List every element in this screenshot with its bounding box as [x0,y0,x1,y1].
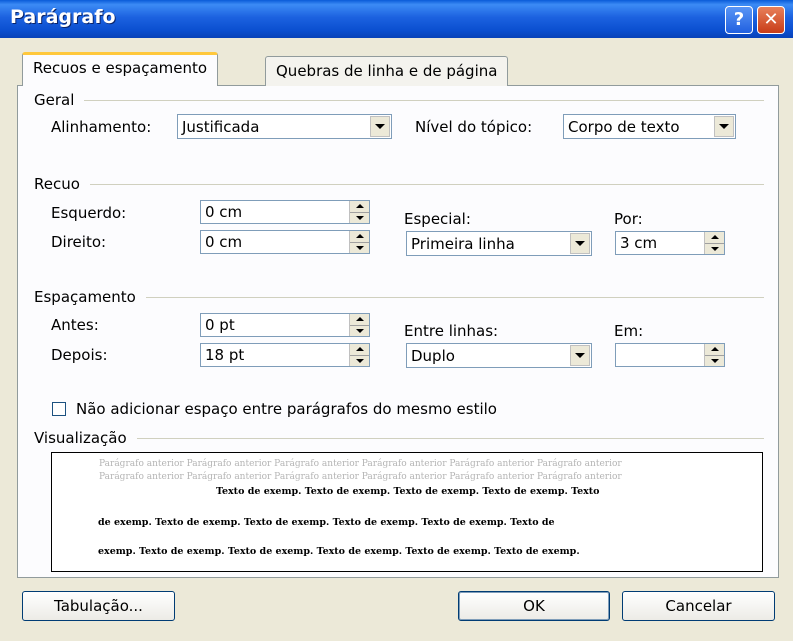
preview-sample-line: de exemp. Texto de exemp. Texto de exemp… [98,517,555,528]
chevron-down-icon[interactable] [714,116,734,137]
especial-dropdown[interactable]: Primeira linha [406,231,592,256]
spin-down-icon[interactable] [705,244,724,255]
section-espacamento: Espaçamento [34,288,764,306]
por-label: Por: [614,210,643,228]
em-value[interactable] [616,344,704,366]
spin-down-icon[interactable] [350,326,369,337]
paragraph-dialog: Parágrafo ? ✕ Recuos e espaçamento Quebr… [0,0,793,641]
ok-button[interactable]: OK [458,591,610,621]
spin-up-icon[interactable] [350,201,369,213]
section-recuo: Recuo [34,175,764,193]
depois-spinner[interactable]: 18 pt [200,343,370,367]
mesmo-estilo-checkbox[interactable] [52,402,66,416]
depois-value[interactable]: 18 pt [201,344,349,366]
chevron-down-icon[interactable] [570,233,590,254]
entre-linhas-dropdown[interactable]: Duplo [406,343,592,368]
especial-label: Especial: [404,210,471,228]
spin-up-icon[interactable] [350,314,369,326]
spin-up-icon[interactable] [705,232,724,244]
section-recuo-title: Recuo [34,175,80,193]
section-geral: Geral [34,91,764,109]
dialog-title: Parágrafo [10,6,116,28]
direito-spinner[interactable]: 0 cm [200,230,370,254]
chevron-down-icon[interactable] [370,116,390,137]
spin-down-icon[interactable] [350,243,369,254]
section-visualizacao-title: Visualização [34,429,127,447]
por-value[interactable]: 3 cm [616,232,704,254]
entre-linhas-label: Entre linhas: [404,322,499,340]
section-espacamento-title: Espaçamento [34,288,136,306]
chevron-down-icon[interactable] [570,345,590,366]
nivel-topico-dropdown[interactable]: Corpo de texto [563,114,736,139]
em-label: Em: [614,322,644,340]
direito-value[interactable]: 0 cm [201,231,349,253]
close-button[interactable]: ✕ [757,6,785,34]
preview-sample-line: Texto de exemp. Texto de exemp. Texto de… [216,486,600,497]
spin-up-icon[interactable] [350,344,369,356]
entre-linhas-value: Duplo [411,346,455,365]
help-button[interactable]: ? [725,6,753,34]
mesmo-estilo-label[interactable]: Não adicionar espaço entre parágrafos do… [76,400,497,418]
preview-sample-line: exemp. Texto de exemp. Texto de exemp. T… [98,546,580,557]
esquerdo-value[interactable]: 0 cm [201,201,349,223]
preview-box: Parágrafo anterior Parágrafo anterior Pa… [51,452,763,572]
preview-previous-line: Parágrafo anterior Parágrafo anterior Pa… [99,472,622,482]
alinhamento-dropdown[interactable]: Justificada [177,114,392,139]
spin-down-icon[interactable] [350,213,369,224]
direito-label: Direito: [51,233,107,251]
esquerdo-spinner[interactable]: 0 cm [200,200,370,224]
help-icon: ? [733,9,745,30]
cancelar-button[interactable]: Cancelar [622,591,775,621]
section-geral-title: Geral [34,91,75,109]
preview-previous-line: Parágrafo anterior Parágrafo anterior Pa… [99,459,622,469]
especial-value: Primeira linha [411,234,515,253]
antes-spinner[interactable]: 0 pt [200,313,370,337]
tab-quebras-linha-pagina[interactable]: Quebras de linha e de página [265,56,509,86]
depois-label: Depois: [51,346,108,364]
title-bar[interactable]: Parágrafo ? ✕ [0,0,793,38]
alinhamento-value: Justificada [182,117,260,136]
tab-recuos-espacamento[interactable]: Recuos e espaçamento [22,52,219,86]
alinhamento-label: Alinhamento: [51,118,152,136]
antes-label: Antes: [51,316,99,334]
section-visualizacao: Visualização [34,429,764,447]
em-spinner[interactable] [615,343,725,367]
por-spinner[interactable]: 3 cm [615,231,725,255]
esquerdo-label: Esquerdo: [51,204,127,222]
nivel-topico-value: Corpo de texto [568,117,680,136]
spin-up-icon[interactable] [350,231,369,243]
nivel-topico-label: Nível do tópico: [415,118,533,136]
spin-up-icon[interactable] [705,344,724,356]
antes-value[interactable]: 0 pt [201,314,349,336]
spin-down-icon[interactable] [350,356,369,367]
spin-down-icon[interactable] [705,356,724,367]
close-icon: ✕ [763,9,779,30]
tabulacao-button[interactable]: Tabulação... [22,591,175,621]
